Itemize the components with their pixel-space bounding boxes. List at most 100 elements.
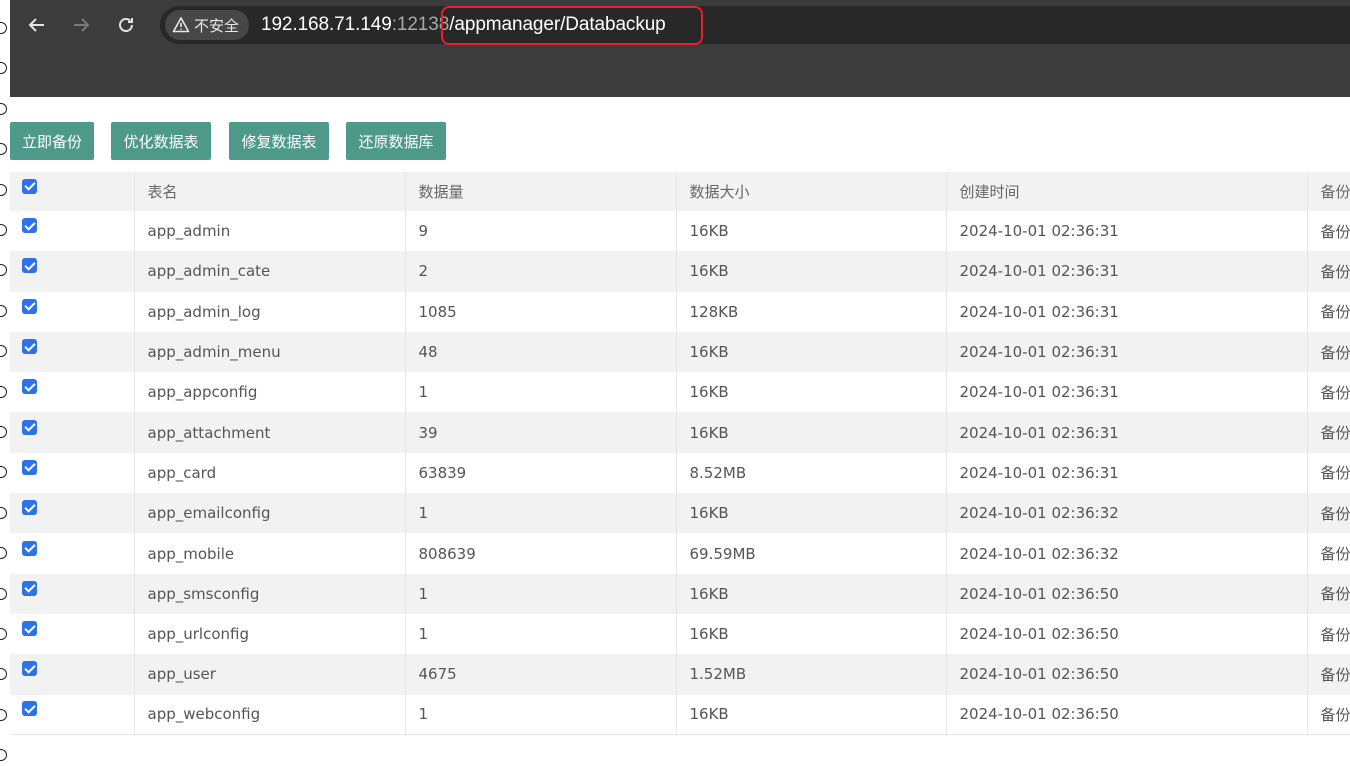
browser-toolbar: 不安全 192.168.71.149:12138/appmanager/Data…: [0, 0, 1350, 50]
cell-data-size: 16KB: [676, 331, 947, 373]
cell-row-count: 39: [405, 412, 677, 453]
cell-backup-action[interactable]: 备份: [1307, 291, 1350, 332]
cell-created-time: 2024-10-01 02:36:31: [946, 251, 1308, 292]
cell-table-name: app_user: [134, 654, 406, 695]
cell-created-time: 2024-10-01 02:36:31: [946, 412, 1308, 453]
row-checkbox[interactable]: [22, 580, 37, 596]
cell-backup-action[interactable]: 备份: [1307, 251, 1350, 292]
binder-ring: [0, 426, 7, 438]
cell-table-name: app_webconfig: [134, 694, 406, 736]
cell-backup-action[interactable]: 备份: [1307, 412, 1350, 453]
row-select-cell: [10, 291, 135, 332]
binder-ring: [0, 22, 7, 34]
repair-tables-button[interactable]: 修复数据表: [229, 122, 329, 160]
cell-backup-action[interactable]: 备份: [1307, 533, 1350, 574]
row-checkbox[interactable]: [22, 459, 37, 475]
header-table-name: 表名: [134, 172, 406, 211]
table-row: app_card 63839 8.52MB 2024-10-01 02:36:31 备份: [10, 452, 1350, 494]
cell-data-size: 16KB: [676, 573, 947, 614]
reload-button[interactable]: [112, 11, 140, 39]
restore-database-button[interactable]: 还原数据库: [346, 122, 446, 160]
header-row-count: 数据量: [405, 172, 677, 211]
row-select-cell: [10, 412, 135, 453]
cell-row-count: 1: [405, 694, 677, 736]
cell-data-size: 128KB: [676, 291, 947, 332]
cell-data-size: 16KB: [676, 694, 947, 736]
select-all-cell: [10, 172, 135, 211]
cell-row-count: 1: [405, 573, 677, 614]
row-checkbox[interactable]: [22, 379, 37, 395]
row-checkbox[interactable]: [22, 500, 37, 516]
security-label: 不安全: [194, 16, 240, 35]
cell-backup-action[interactable]: 备份: [1307, 493, 1350, 534]
cell-table-name: app_smsconfig: [134, 573, 406, 614]
cell-backup-action[interactable]: 备份: [1307, 211, 1350, 252]
warning-icon: [172, 17, 190, 33]
row-checkbox[interactable]: [22, 258, 37, 274]
row-select-cell: [10, 613, 135, 655]
header-data-size: 数据大小: [676, 172, 947, 211]
row-checkbox[interactable]: [22, 621, 37, 637]
table-row: app_user 4675 1.52MB 2024-10-01 02:36:50 备份: [10, 654, 1350, 695]
cell-created-time: 2024-10-01 02:36:31: [946, 452, 1308, 494]
cell-created-time: 2024-10-01 02:36:31: [946, 372, 1308, 413]
binder-ring: [0, 466, 7, 478]
table-row: app_admin_cate 2 16KB 2024-10-01 02:36:31 备份: [10, 251, 1350, 292]
row-checkbox[interactable]: [22, 419, 37, 435]
back-button[interactable]: [23, 11, 51, 39]
cell-data-size: 16KB: [676, 412, 947, 453]
binder-ring: [0, 709, 7, 721]
table-row: app_attachment 39 16KB 2024-10-01 02:36:31 备…: [10, 412, 1350, 453]
cell-backup-action[interactable]: 备份: [1307, 613, 1350, 655]
cell-data-size: 16KB: [676, 372, 947, 413]
binder-ring: [0, 62, 7, 74]
optimize-tables-button[interactable]: 优化数据表: [111, 122, 211, 160]
table-row: app_emailconfig 1 16KB 2024-10-01 02:36:32 备…: [10, 493, 1350, 534]
table-row: app_admin_log 1085 128KB 2024-10-01 02:36:3…: [10, 291, 1350, 332]
cell-created-time: 2024-10-01 02:36:31: [946, 211, 1308, 252]
row-select-cell: [10, 654, 135, 695]
row-checkbox[interactable]: [22, 298, 37, 314]
cell-backup-action[interactable]: 备份: [1307, 694, 1350, 736]
select-all-checkbox[interactable]: [22, 178, 37, 194]
forward-button[interactable]: [67, 11, 95, 39]
cell-backup-action[interactable]: 备份: [1307, 331, 1350, 373]
binder-edge: [0, 0, 10, 766]
cell-table-name: app_mobile: [134, 533, 406, 574]
row-checkbox[interactable]: [22, 218, 37, 234]
url-host: 192.168.71.149: [261, 14, 392, 35]
cell-backup-action[interactable]: 备份: [1307, 573, 1350, 614]
cell-table-name: app_emailconfig: [134, 493, 406, 534]
cell-backup-action[interactable]: 备份: [1307, 372, 1350, 413]
row-checkbox[interactable]: [22, 701, 37, 717]
cell-backup-action[interactable]: 备份: [1307, 654, 1350, 695]
cell-data-size: 1.52MB: [676, 654, 947, 695]
row-checkbox[interactable]: [22, 661, 37, 677]
cell-row-count: 808639: [405, 533, 677, 574]
cell-table-name: app_urlconfig: [134, 613, 406, 655]
cell-row-count: 1: [405, 613, 677, 655]
url-path-highlight: [441, 6, 703, 45]
row-select-cell: [10, 694, 135, 736]
cell-data-size: 8.52MB: [676, 452, 947, 494]
binder-ring: [0, 386, 7, 398]
cell-row-count: 1: [405, 493, 677, 534]
row-select-cell: [10, 372, 135, 413]
cell-created-time: 2024-10-01 02:36:31: [946, 331, 1308, 373]
binder-ring: [0, 749, 7, 761]
table-row: app_admin_menu 48 16KB 2024-10-01 02:36:31 备…: [10, 331, 1350, 373]
security-indicator[interactable]: 不安全: [165, 10, 249, 40]
row-select-cell: [10, 452, 135, 494]
cell-created-time: 2024-10-01 02:36:32: [946, 533, 1308, 574]
table-row: app_appconfig 1 16KB 2024-10-01 02:36:31 备份: [10, 372, 1350, 413]
binder-ring: [0, 143, 7, 155]
binder-ring: [0, 345, 7, 357]
cell-row-count: 2: [405, 251, 677, 292]
cell-backup-action[interactable]: 备份: [1307, 452, 1350, 494]
row-checkbox[interactable]: [22, 339, 37, 355]
cell-data-size: 16KB: [676, 251, 947, 292]
backup-now-button[interactable]: 立即备份: [10, 122, 94, 160]
binder-ring: [0, 264, 7, 276]
row-checkbox[interactable]: [22, 540, 37, 556]
table-header-row: 表名 数据量 数据大小 创建时间 备份: [10, 172, 1350, 211]
